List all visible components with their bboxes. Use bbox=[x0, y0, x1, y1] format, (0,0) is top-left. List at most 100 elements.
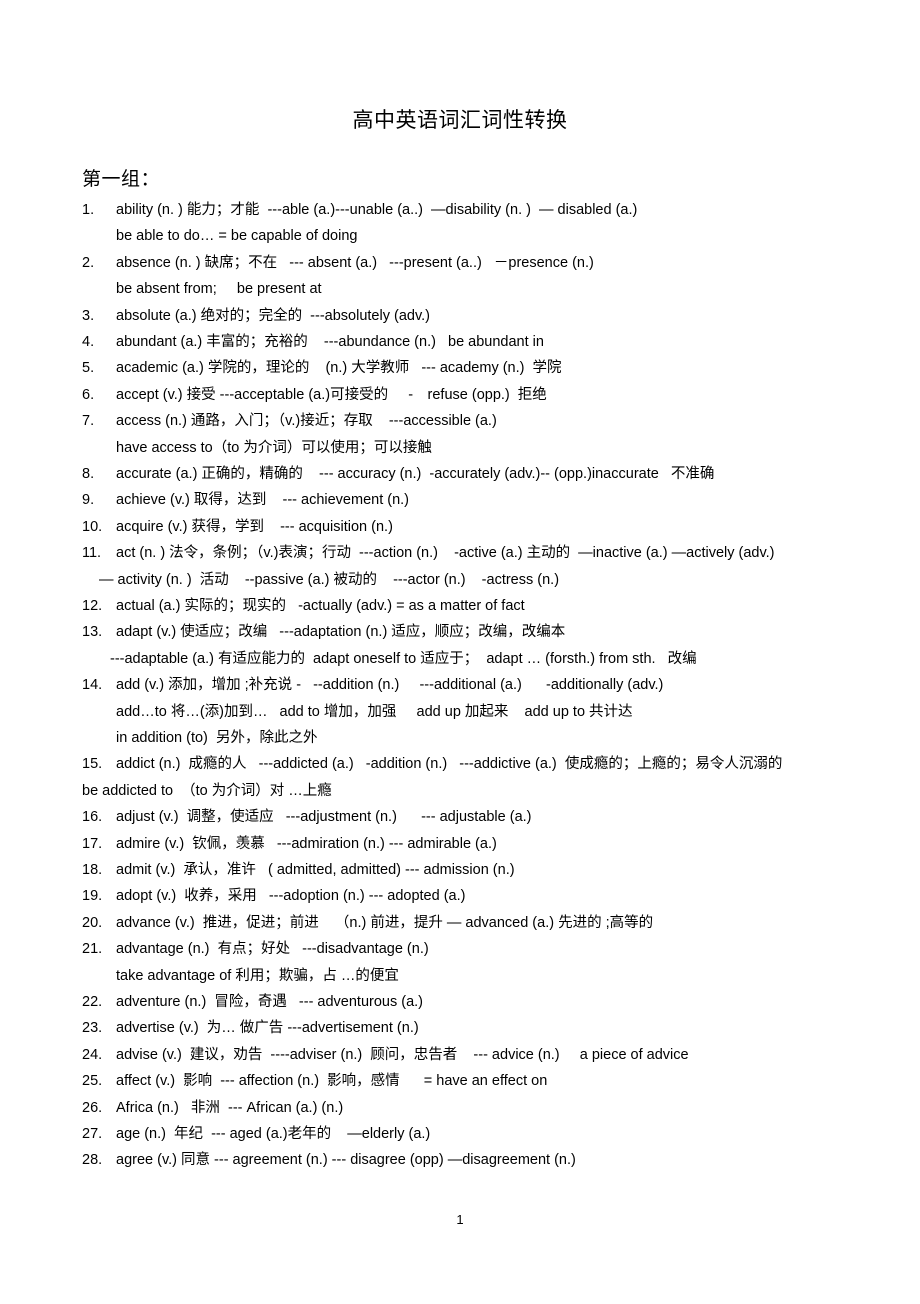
list-item-text: add…to 将…(添)加到… add to 增加，加强 add up 加起来 … bbox=[116, 703, 633, 720]
vocab-entry-line: 12. actual (a.) 实际的；现实的 -actually (adv.) … bbox=[0, 593, 920, 619]
vocab-entry-continuation: take advantage of 利用；欺骗，占 …的便宜 bbox=[0, 963, 920, 989]
list-item-number: 23. bbox=[82, 1020, 103, 1037]
list-item-text: adjust (v.) 调整，使适应 ---adjustment (n.) --… bbox=[116, 809, 532, 826]
vocab-entry-continuation: be addicted to （to 为介词）对 …上瘾 bbox=[0, 778, 920, 804]
vocab-entry-line: 15. addict (n.) 成瘾的人 ---addicted (a.) -ad… bbox=[0, 751, 920, 777]
list-item-number: 26. bbox=[82, 1099, 103, 1116]
list-item-number: 16. bbox=[82, 809, 103, 826]
vocab-entry-continuation: ---adaptable (a.) 有适应能力的 adapt oneself t… bbox=[0, 646, 920, 672]
vocab-entry-line: 9. achieve (v.) 取得，达到 --- achievement (n.… bbox=[0, 487, 920, 513]
group-heading: 第一组： bbox=[82, 168, 161, 190]
list-item-number: 20. bbox=[82, 914, 103, 931]
list-item-text: be absent from; be present at bbox=[116, 281, 322, 298]
list-item-text: advance (v.) 推进，促进；前进 （n.) 前进，提升 — advan… bbox=[116, 914, 654, 931]
list-item-number: 24. bbox=[82, 1046, 103, 1063]
list-item-number: 25. bbox=[82, 1073, 103, 1090]
list-item-text: age (n.) 年纪 --- aged (a.)老年的 —elderly (a… bbox=[116, 1126, 431, 1142]
list-item-text: absolute (a.) 绝对的；完全的 ---absolutely (adv… bbox=[116, 307, 430, 324]
list-item-text: abundant (a.) 丰富的；充裕的 ---abundance (n.) … bbox=[116, 334, 544, 350]
page-number: 1 bbox=[456, 1212, 464, 1227]
vocab-entry-continuation: be absent from; be present at bbox=[0, 276, 920, 302]
vocab-entry-line: 27. age (n.) 年纪 --- aged (a.)老年的 —elderly… bbox=[0, 1121, 920, 1147]
list-item-text: actual (a.) 实际的；现实的 -actually (adv.) = a… bbox=[116, 598, 525, 614]
list-item-text: accept (v.) 接受 ---acceptable (a.)可接受的 - … bbox=[116, 386, 547, 403]
list-item-number: 6. bbox=[82, 386, 95, 403]
list-item-number: 9. bbox=[82, 492, 95, 509]
list-item-text: addict (n.) 成瘾的人 ---addicted (a.) -addit… bbox=[116, 756, 783, 773]
vocab-entry-line: 19. adopt (v.) 收养，采用 ---adoption (n.) ---… bbox=[0, 883, 920, 909]
vocab-entry-line: 25. affect (v.) 影响 --- affection (n.) 影响，… bbox=[0, 1068, 920, 1094]
vocab-entry-line: 22. adventure (n.) 冒险，奇遇 --- adventurous … bbox=[0, 989, 920, 1015]
list-item-number: 21. bbox=[82, 941, 103, 958]
list-item-text: admit (v.) 承认，准许 ( admitted, admitted) -… bbox=[116, 862, 515, 878]
vocab-entry-line: 5. academic (a.) 学院的，理论的 (n.) 大学教师 --- ac… bbox=[0, 355, 920, 381]
list-item-text: in addition (to) 另外，除此之外 bbox=[116, 730, 318, 746]
list-item-text: agree (v.) 同意 --- agreement (n.) --- dis… bbox=[116, 1152, 576, 1169]
vocab-entry-line: 20. advance (v.) 推进，促进；前进 （n.) 前进，提升 — ad… bbox=[0, 910, 920, 936]
list-item-text: ability (n. ) 能力；才能 ---able (a.)---unabl… bbox=[116, 202, 638, 218]
list-item-number: 15. bbox=[82, 756, 103, 773]
list-item-text: Africa (n.) 非洲 --- African (a.) (n.) bbox=[116, 1099, 344, 1116]
list-item-text: adopt (v.) 收养，采用 ---adoption (n.) --- ad… bbox=[116, 888, 466, 905]
vocab-entry-line: 10. acquire (v.) 获得，学到 --- acquisition (n… bbox=[0, 514, 920, 540]
vocab-entry-line: 17. admire (v.) 钦佩，羡慕 ---admiration (n.) … bbox=[0, 831, 920, 857]
list-item-text: affect (v.) 影响 --- affection (n.) 影响，感情 … bbox=[116, 1073, 548, 1090]
vocab-entry-line: 3. absolute (a.) 绝对的；完全的 ---absolutely (a… bbox=[0, 303, 920, 329]
vocabulary-list: 1. ability (n. ) 能力；才能 ---able (a.)---una… bbox=[0, 197, 920, 1177]
vocab-entry-line: 28. agree (v.) 同意 --- agreement (n.) --- … bbox=[0, 1147, 920, 1173]
vocab-entry-line: 13. adapt (v.) 使适应；改编 ---adaptation (n.) … bbox=[0, 619, 920, 645]
list-item-text: advertise (v.) 为… 做广告 ---advertisement (… bbox=[116, 1020, 419, 1037]
vocab-entry-continuation: be able to do… = be capable of doing bbox=[0, 223, 920, 249]
vocab-entry-line: 8. accurate (a.) 正确的，精确的 --- accuracy (n.… bbox=[0, 461, 920, 487]
list-item-text: admire (v.) 钦佩，羡慕 ---admiration (n.) ---… bbox=[116, 835, 497, 852]
list-item-number: 8. bbox=[82, 466, 95, 482]
vocab-entry-continuation: have access to（to 为介词）可以使用；可以接触 bbox=[0, 435, 920, 461]
vocab-entry-line: 18. admit (v.) 承认，准许 ( admitted, admitted… bbox=[0, 857, 920, 883]
list-item-text: be able to do… = be capable of doing bbox=[116, 228, 358, 245]
list-item-number: 17. bbox=[82, 835, 103, 852]
list-item-number: 19. bbox=[82, 888, 103, 905]
vocab-entry-line: 1. ability (n. ) 能力；才能 ---able (a.)---una… bbox=[0, 197, 920, 223]
page-title: 高中英语词汇词性转换 bbox=[352, 108, 568, 132]
list-item-text: add (v.) 添加，增加 ;补充说 - --addition (n.) --… bbox=[116, 677, 664, 694]
list-item-text: adventure (n.) 冒险，奇遇 --- adventurous (a.… bbox=[116, 994, 424, 1010]
list-item-number: 5. bbox=[82, 360, 95, 377]
list-item-number: 22. bbox=[82, 994, 103, 1010]
list-item-number: 28. bbox=[82, 1152, 103, 1169]
vocab-entry-line: 23. advertise (v.) 为… 做广告 ---advertisemen… bbox=[0, 1015, 920, 1041]
vocab-entry-line: 26. Africa (n.) 非洲 --- African (a.) (n.) bbox=[0, 1095, 920, 1121]
list-item-number: 27. bbox=[82, 1126, 103, 1142]
list-item-number: 12. bbox=[82, 598, 103, 614]
vocab-entry-line: 7. access (n.) 通路，入门；（v.)接近；存取 ---accessi… bbox=[0, 408, 920, 434]
list-item-text: access (n.) 通路，入门；（v.)接近；存取 ---accessibl… bbox=[116, 413, 497, 430]
vocab-entry-line: 6. accept (v.) 接受 ---acceptable (a.)可接受的 … bbox=[0, 382, 920, 408]
list-item-number: 4. bbox=[82, 334, 95, 350]
vocab-entry-continuation: in addition (to) 另外，除此之外 bbox=[0, 725, 920, 751]
list-item-number: 18. bbox=[82, 862, 103, 878]
list-item-number: 3. bbox=[82, 307, 95, 324]
document-page: 高中英语词汇词性转换 第一组： 1. ability (n. ) 能力；才能 --… bbox=[0, 0, 920, 1304]
vocab-entry-continuation: add…to 将…(添)加到… add to 增加，加强 add up 加起来 … bbox=[0, 699, 920, 725]
list-item-number: 14. bbox=[82, 677, 103, 694]
list-item-number: 11. bbox=[82, 545, 102, 562]
list-item-text: act (n. ) 法令，条例；（v.)表演；行动 ---action (n.)… bbox=[116, 545, 775, 562]
list-item-text: accurate (a.) 正确的，精确的 --- accuracy (n.) … bbox=[116, 466, 715, 482]
vocab-entry-line: 2. absence (n. ) 缺席；不在 --- absent (a.) --… bbox=[0, 250, 920, 276]
list-item-text: acquire (v.) 获得，学到 --- acquisition (n.) bbox=[116, 518, 393, 535]
list-item-number: 2. bbox=[82, 254, 95, 271]
list-item-text: advise (v.) 建议，劝告 ----adviser (n.) 顾问，忠告… bbox=[116, 1046, 689, 1063]
list-item-text: advantage (n.) 有点；好处 ---disadvantage (n.… bbox=[116, 941, 429, 958]
list-item-number: 10. bbox=[82, 518, 103, 535]
list-item-text: achieve (v.) 取得，达到 --- achievement (n.) bbox=[116, 492, 410, 509]
list-item-text: be addicted to （to 为介词）对 …上瘾 bbox=[82, 782, 332, 799]
vocab-entry-line: 16. adjust (v.) 调整，使适应 ---adjustment (n.)… bbox=[0, 804, 920, 830]
vocab-entry-line: 21. advantage (n.) 有点；好处 ---disadvantage … bbox=[0, 936, 920, 962]
vocab-entry-line: 14. add (v.) 添加，增加 ;补充说 - --addition (n.)… bbox=[0, 672, 920, 698]
vocab-entry-line: 24. advise (v.) 建议，劝告 ----adviser (n.) 顾问… bbox=[0, 1042, 920, 1068]
vocab-entry-line: 4. abundant (a.) 丰富的；充裕的 ---abundance (n.… bbox=[0, 329, 920, 355]
list-item-number: 1. bbox=[82, 202, 95, 218]
list-item-text: — activity (n. ) 活动 --passive (a.) 被动的 -… bbox=[99, 571, 560, 588]
list-item-text: take advantage of 利用；欺骗，占 …的便宜 bbox=[116, 967, 399, 984]
list-item-number: 13. bbox=[82, 624, 103, 641]
list-item-text: adapt (v.) 使适应；改编 ---adaptation (n.) 适应，… bbox=[116, 624, 566, 641]
